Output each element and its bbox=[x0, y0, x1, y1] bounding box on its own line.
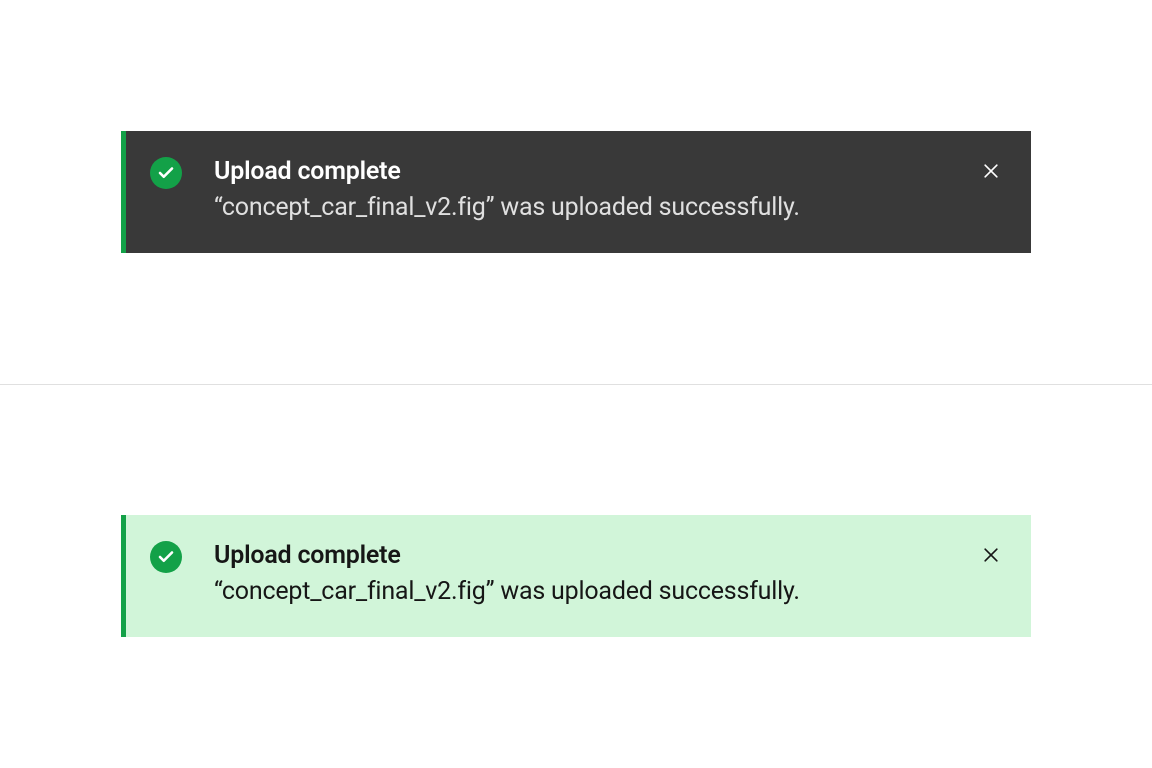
checkmark-icon bbox=[150, 541, 182, 573]
bottom-section: Upload complete “concept_car_final_v2.fi… bbox=[0, 385, 1152, 768]
notification-success-dark: Upload complete “concept_car_final_v2.fi… bbox=[121, 131, 1031, 253]
close-icon bbox=[981, 161, 1001, 181]
close-icon bbox=[981, 545, 1001, 565]
checkmark-icon bbox=[150, 157, 182, 189]
close-button[interactable] bbox=[975, 539, 1007, 571]
notification-message: “concept_car_final_v2.fig” was uploaded … bbox=[214, 575, 1007, 609]
top-section: Upload complete “concept_car_final_v2.fi… bbox=[0, 0, 1152, 384]
notification-title: Upload complete bbox=[214, 539, 1007, 573]
notification-content: Upload complete “concept_car_final_v2.fi… bbox=[214, 155, 1007, 225]
close-button[interactable] bbox=[975, 155, 1007, 187]
notification-message: “concept_car_final_v2.fig” was uploaded … bbox=[214, 191, 1007, 225]
notification-success-light: Upload complete “concept_car_final_v2.fi… bbox=[121, 515, 1031, 637]
notification-content: Upload complete “concept_car_final_v2.fi… bbox=[214, 539, 1007, 609]
notification-title: Upload complete bbox=[214, 155, 1007, 189]
